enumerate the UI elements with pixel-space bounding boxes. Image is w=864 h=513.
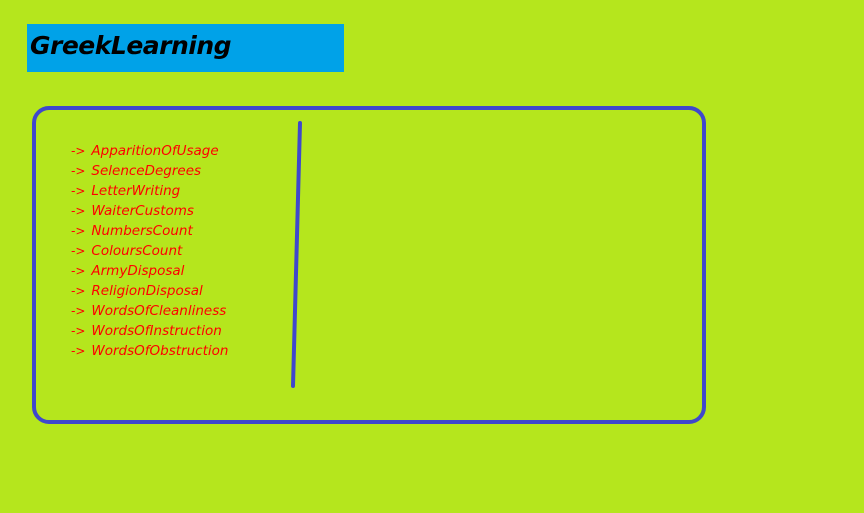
menu-item-religion-disposal[interactable]: -> ReligionDisposal <box>71 281 228 301</box>
arrow-icon: -> <box>71 144 86 158</box>
menu-item-label: WordsOfCleanliness <box>91 303 227 319</box>
menu-item-label: WordsOfInstruction <box>91 323 222 339</box>
header-bar: GreekLearning <box>27 24 344 72</box>
menu-item-letter-writing[interactable]: -> LetterWriting <box>71 181 228 201</box>
arrow-icon: -> <box>71 164 86 178</box>
menu-item-label: WordsOfObstruction <box>91 343 229 359</box>
arrow-icon: -> <box>71 184 86 198</box>
menu-item-label: ApparitionOfUsage <box>91 143 219 159</box>
menu-item-colours-count[interactable]: -> ColoursCount <box>71 241 228 261</box>
arrow-icon: -> <box>71 344 86 358</box>
arrow-icon: -> <box>71 204 86 218</box>
menu-item-label: LetterWriting <box>91 183 181 199</box>
menu-item-army-disposal[interactable]: -> ArmyDisposal <box>71 261 228 281</box>
menu-item-words-of-cleanliness[interactable]: -> WordsOfCleanliness <box>71 301 228 321</box>
menu-item-label: ColoursCount <box>91 243 183 259</box>
arrow-icon: -> <box>71 304 86 318</box>
menu-item-label: NumbersCount <box>91 223 193 239</box>
arrow-icon: -> <box>71 284 86 298</box>
menu-item-label: ReligionDisposal <box>91 283 203 299</box>
arrow-icon: -> <box>71 324 86 338</box>
arrow-icon: -> <box>71 244 86 258</box>
menu-item-words-of-obstruction[interactable]: -> WordsOfObstruction <box>71 341 228 361</box>
app-title: GreekLearning <box>30 30 232 60</box>
menu-item-label: ArmyDisposal <box>91 263 185 279</box>
menu-item-label: SelenceDegrees <box>91 163 202 179</box>
menu-item-apparition-of-usage[interactable]: -> ApparitionOfUsage <box>71 141 228 161</box>
menu-item-label: WaiterCustoms <box>91 203 194 219</box>
topic-menu: -> ApparitionOfUsage -> SelenceDegrees -… <box>71 141 228 361</box>
menu-item-waiter-customs[interactable]: -> WaiterCustoms <box>71 201 228 221</box>
arrow-icon: -> <box>71 264 86 278</box>
menu-item-selence-degrees[interactable]: -> SelenceDegrees <box>71 161 228 181</box>
arrow-icon: -> <box>71 224 86 238</box>
menu-item-words-of-instruction[interactable]: -> WordsOfInstruction <box>71 321 228 341</box>
menu-item-numbers-count[interactable]: -> NumbersCount <box>71 221 228 241</box>
